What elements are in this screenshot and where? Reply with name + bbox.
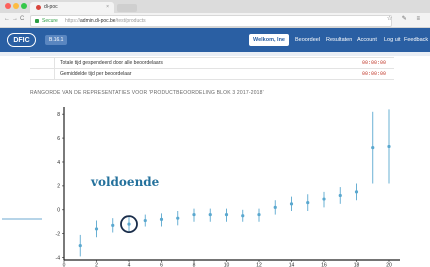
data-point (322, 197, 326, 201)
data-point (387, 144, 391, 149)
y-tick-label: 4 (57, 160, 60, 166)
x-tick-label: 10 (224, 263, 230, 267)
y-tick-label: -4 (56, 255, 61, 261)
data-point (159, 217, 164, 221)
y-tick-label: -2 (56, 232, 61, 238)
ranking-chart: -4 -2 0 2 4 6 8 0 2 4 6 8 10 12 14 16 18 20 (2, 107, 400, 267)
data-point (111, 223, 115, 227)
x-tick-label: 4 (128, 263, 131, 267)
y-tick-label: 8 (57, 112, 60, 118)
data-point (208, 212, 212, 217)
x-tick-label: 14 (289, 263, 295, 267)
y-tick-label: 2 (57, 184, 60, 190)
y-tick-label: 0 (57, 208, 60, 214)
data-point (94, 227, 99, 231)
x-tick-label: 0 (63, 263, 66, 267)
x-tick-label: 2 (95, 263, 98, 267)
x-tick-label: 6 (160, 263, 163, 267)
x-tick-label: 12 (256, 263, 262, 267)
x-tick-label: 20 (386, 263, 392, 267)
data-point (127, 222, 131, 226)
data-point (257, 212, 261, 217)
x-tick-label: 8 (193, 263, 196, 267)
data-point (273, 205, 277, 210)
x-tick-label: 18 (354, 263, 360, 267)
x-tick-label: 16 (321, 263, 327, 267)
data-point (306, 201, 310, 205)
data-point (224, 212, 229, 217)
data-point (371, 146, 375, 150)
data-point (176, 216, 180, 220)
y-tick-label: 6 (57, 136, 60, 142)
data-point (289, 202, 294, 206)
data-point (338, 193, 342, 198)
data-point (354, 190, 359, 194)
data-point (192, 212, 196, 217)
annotation-label: voldoende (91, 175, 160, 189)
data-point (143, 218, 147, 223)
data-point (241, 214, 245, 218)
data-point (78, 244, 82, 248)
